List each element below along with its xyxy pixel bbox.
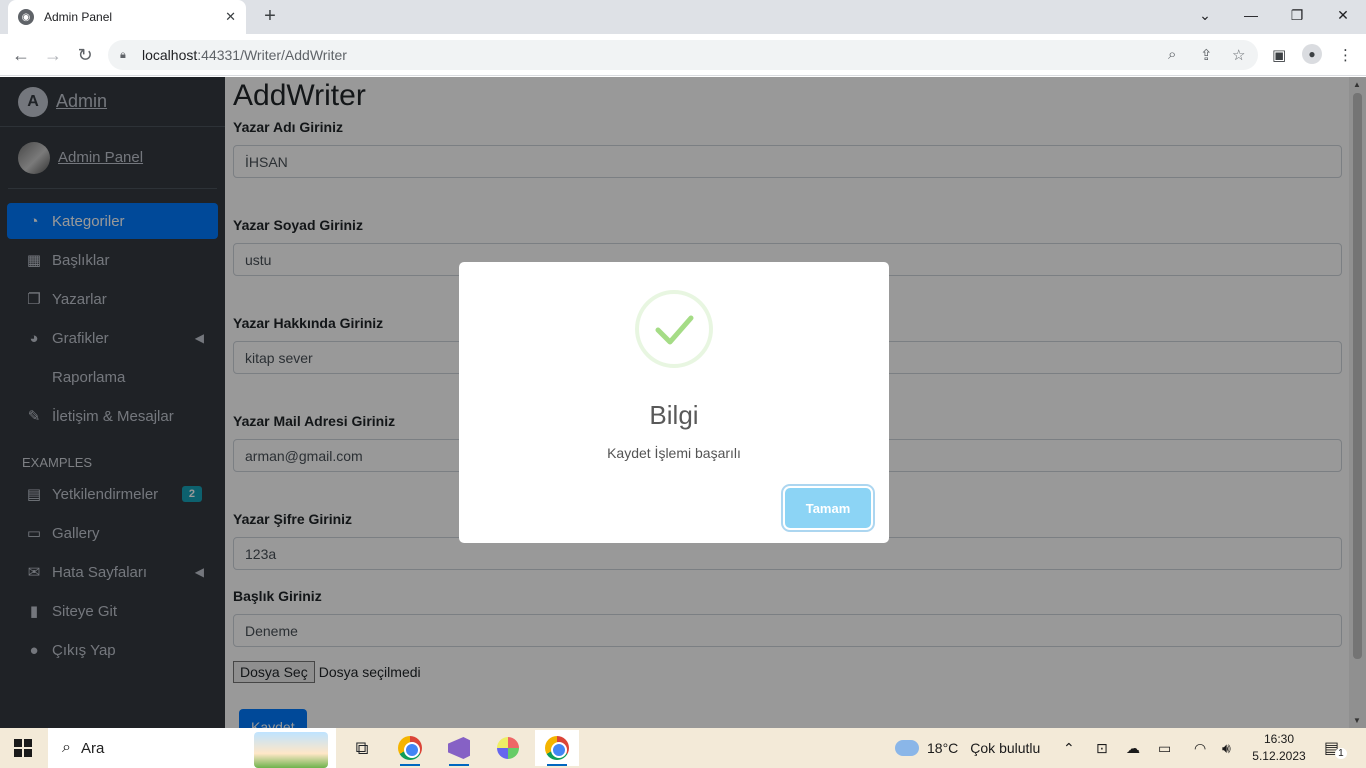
page: A Admin Admin Panel ◔ Kategoriler ▦ Başl… (0, 77, 1366, 728)
notification-icon[interactable]: ▤ 1 (1324, 728, 1347, 768)
reload-icon[interactable]: ↻ (72, 42, 98, 68)
lock-icon: 🔒︎ (120, 48, 126, 61)
taskbar-search[interactable]: ⌕ Ara (48, 728, 336, 768)
windows-start-icon[interactable] (14, 739, 32, 757)
new-tab-button[interactable]: + (258, 4, 282, 28)
volume-icon[interactable]: 🔊︎ (1222, 728, 1231, 768)
search-icon: ⌕ (62, 739, 71, 756)
close-tab-icon[interactable]: ✕ (225, 9, 236, 25)
url-input[interactable]: 🔒︎ localhost:44331/Writer/AddWriter (108, 40, 1258, 70)
weather-text: Çok bulutlu (970, 740, 1041, 756)
close-window-button[interactable]: ✕ (1320, 0, 1366, 30)
browser-tab-strip: ◉ Admin Panel ✕ + ⌄ — ❐ ✕ (0, 0, 1366, 34)
side-panel-icon[interactable]: ▣ (1272, 46, 1286, 64)
share-icon[interactable]: ⇪ (1200, 46, 1213, 64)
url-path: :44331/Writer/AddWriter (197, 47, 347, 63)
paint-icon[interactable] (486, 730, 530, 766)
show-hidden-icons[interactable]: ⌃ (1063, 728, 1075, 768)
zoom-icon[interactable]: ⌕ (1168, 46, 1176, 63)
back-icon[interactable]: ← (8, 42, 34, 68)
battery-icon[interactable]: ▭ (1158, 728, 1171, 768)
weather-cloud-icon (891, 734, 919, 756)
dialog-text: Kaydet İşlemi başarılı (607, 445, 741, 461)
address-bar: ← → ↻ 🔒︎ localhost:44331/Writer/AddWrite… (0, 34, 1366, 76)
taskbar: ⌕ Ara ⧉ 18°C Çok bulutlu ⌃ ⊡ ☁ ▭ ◠ 🔊︎ 16… (0, 728, 1366, 768)
visual-studio-icon[interactable] (437, 730, 481, 766)
tray-app-icon[interactable]: ⊡ (1096, 728, 1108, 768)
url-host: localhost (142, 47, 198, 63)
globe-icon: ◉ (18, 9, 34, 25)
clock[interactable]: 16:30 5.12.2023 (1250, 731, 1308, 765)
weather-widget[interactable]: 18°C Çok bulutlu (891, 728, 1041, 768)
minimize-button[interactable]: — (1228, 0, 1274, 30)
weather-temp: 18°C (927, 740, 959, 756)
search-highlight-image (254, 732, 328, 768)
tab-title: Admin Panel (44, 10, 113, 24)
date: 5.12.2023 (1252, 749, 1306, 763)
success-dialog: Bilgi Kaydet İşlemi başarılı Tamam (459, 262, 889, 543)
ok-button[interactable]: Tamam (785, 488, 871, 528)
restore-button[interactable]: ❐ (1274, 0, 1320, 30)
task-view-icon[interactable]: ⧉ (340, 730, 384, 766)
chrome-taskbar-icon[interactable] (388, 730, 432, 766)
search-placeholder: Ara (80, 739, 105, 757)
dialog-title: Bilgi (649, 400, 699, 430)
wifi-icon[interactable]: ◠ (1194, 728, 1206, 768)
browser-tab[interactable]: ◉ Admin Panel ✕ (8, 0, 246, 34)
profile-icon[interactable]: ● (1302, 44, 1322, 64)
forward-icon[interactable]: → (40, 42, 66, 68)
tray-sync-icon[interactable]: ☁ (1126, 728, 1140, 768)
tab-search-icon[interactable]: ⌄ (1182, 0, 1228, 30)
bookmark-star-icon[interactable]: ☆ (1232, 46, 1245, 64)
success-check-icon (635, 290, 713, 368)
notification-count: 1 (1335, 747, 1347, 759)
menu-dots-icon[interactable]: ⋮ (1338, 46, 1353, 64)
time: 16:30 (1263, 732, 1295, 746)
chrome-active-taskbar-icon[interactable] (535, 730, 579, 766)
